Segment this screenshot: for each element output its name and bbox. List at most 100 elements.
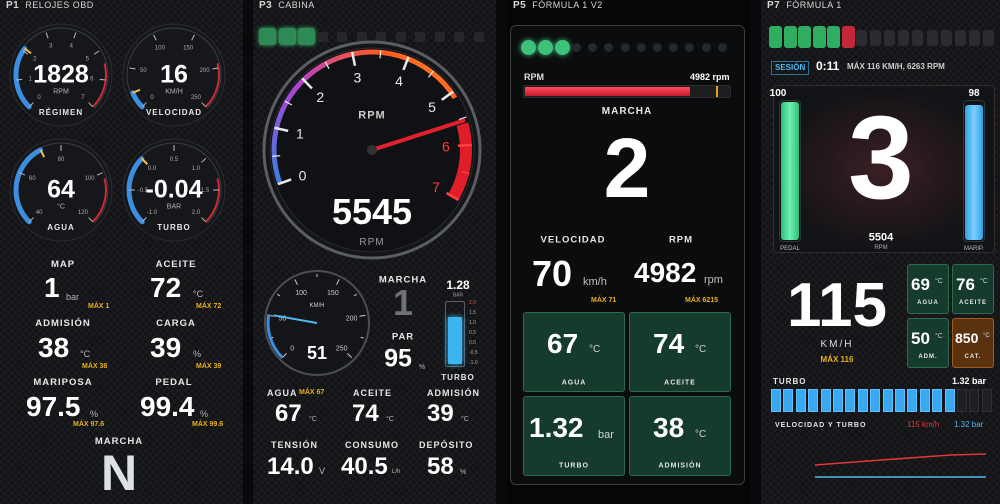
- torque-value: 95: [384, 344, 412, 373]
- consumption-value: 40.5: [341, 453, 388, 480]
- load-value: 39: [150, 332, 182, 363]
- speed-gauge-tick-label: 200: [346, 316, 358, 323]
- gear-value: N: [100, 445, 138, 501]
- shift-light: [555, 40, 570, 55]
- gauge-tick-label: 50: [140, 68, 147, 74]
- oil-label: ACEITE: [353, 388, 393, 398]
- map-value: 1: [44, 272, 60, 303]
- torque-unit: %: [419, 364, 426, 371]
- load-label: CARGA: [156, 318, 196, 329]
- gauge-tick-label: -1.0: [147, 210, 158, 216]
- gear-value: 2: [603, 121, 651, 215]
- speed-gauge-unit: KM/H: [309, 303, 325, 309]
- gear-label: MARCHA: [601, 106, 653, 117]
- turbo-scale-label: -0.5: [469, 350, 478, 356]
- panel-cabina[interactable]: P3 CABINA 0 1 2 3 4 5 6 7 0 50 100 150 200 250 RPM 554…: [253, 0, 496, 504]
- oil-max: MÁX 72: [196, 303, 222, 310]
- rpm-gauge-unit: RPM: [359, 237, 385, 248]
- intake-tile-value: 38: [653, 412, 685, 443]
- gauge-tick-label: 100: [155, 45, 166, 51]
- turbo-value: 1.28: [446, 278, 470, 292]
- load-max: MÁX 39: [196, 363, 222, 370]
- oil-tile-unit: °C: [695, 344, 707, 355]
- intake-unit: °C: [80, 349, 91, 359]
- panel-formula-1[interactable]: P7 FÓRMULA 1 SESIÓN 0:11 MÁX 116 KM/H, 62…: [761, 0, 1000, 504]
- turbo-bar: [445, 301, 465, 367]
- cabina-gauges: 0123 4567050100 150200250: [262, 40, 482, 376]
- shift-light: [701, 43, 711, 52]
- rpm-gauge-hub: [367, 145, 377, 155]
- turbo-bar-fill: [448, 316, 462, 364]
- water-tile-unit: °C: [589, 344, 601, 355]
- turbo-gauge-label: TURBO: [157, 223, 191, 232]
- speed-unit: km/h: [583, 276, 607, 288]
- rpm-shift-marker: [716, 86, 718, 97]
- panel-relojes-obd[interactable]: P1 RELOJES OBD 0 1 2 3 4 5 6 7 0 50 100 150 200 250 40 6…: [0, 0, 243, 504]
- tank-unit: %: [460, 469, 467, 476]
- rpm-gauge-tick-label: 1: [296, 126, 304, 142]
- turbo-scale-label: -1.0: [469, 360, 478, 366]
- tank-label: DEPÓSITO: [419, 440, 474, 450]
- map-unit: bar: [66, 292, 80, 302]
- shift-light: [521, 40, 536, 55]
- turbo-unit: BAR: [452, 292, 464, 299]
- speed-gauge-value: 51: [306, 343, 328, 363]
- speed-max: MÁX 71: [591, 297, 617, 304]
- throttle-label: MARIPOSA: [33, 377, 93, 388]
- gauge-tick-label: 200: [200, 68, 211, 74]
- rpm-gauge-label: RPM: [358, 109, 386, 122]
- speed-trace-line: [814, 453, 987, 466]
- rpm-gauge-unit: RPM: [53, 88, 69, 96]
- turbo-scale-label: 1.0: [469, 320, 476, 326]
- rpm-gauge-tick-label: 4: [395, 73, 403, 89]
- rpm-gauge-tick-label: 6: [442, 138, 450, 154]
- intake-label: ADMISIÓN: [427, 388, 480, 398]
- consumption-unit: L/h: [392, 469, 401, 475]
- rpm-gauge-tick-label: 3: [353, 69, 361, 85]
- gauge-tick-label: 120: [78, 210, 89, 216]
- gauge-tick-label: 40: [36, 210, 43, 216]
- voltage-value: 14.0: [267, 453, 314, 480]
- panel-header: P5 FÓRMULA 1 V2: [513, 0, 603, 11]
- rpm-gauge-value: 5545: [331, 191, 413, 232]
- throttle-value: 97.5: [26, 391, 81, 422]
- rpm-value: 4982: [634, 257, 697, 288]
- turbo-tile-label: TURBO: [559, 462, 589, 470]
- intake-value: 38: [38, 332, 70, 363]
- rpm-gauge-tick: [379, 50, 382, 59]
- page-number: P5: [513, 0, 527, 11]
- water-gauge-label: AGUA: [47, 223, 75, 232]
- speed-gauge-unit: KM/H: [165, 88, 183, 96]
- rpm-gauge-tick-label: 5: [428, 99, 436, 115]
- rpm-unit: rpm: [704, 274, 723, 286]
- gauge-tick-label: 1.0: [192, 166, 201, 172]
- turbo-scale-label: 2.0: [469, 300, 476, 306]
- turbo-scale-label: 0.5: [469, 330, 476, 336]
- intake-value: 39: [427, 400, 454, 427]
- map-max: MÁX 1: [88, 303, 110, 310]
- rpm-gauge-tick: [457, 143, 472, 147]
- gauge-tick-label: 250: [191, 95, 202, 101]
- gauge-tick: [16, 78, 23, 81]
- pedal-max: MÁX 99.6: [192, 421, 224, 428]
- rpm-bar: [523, 85, 731, 98]
- intake-unit: °C: [461, 416, 469, 423]
- throttle-unit: %: [90, 409, 99, 419]
- rpm-label: RPM: [668, 234, 694, 246]
- pedal-unit: %: [200, 409, 209, 419]
- rpm-gauge-tick-label: 2: [316, 89, 324, 105]
- turbo-gauge-value: -0.04: [145, 175, 203, 204]
- gauge-tick-label: 80: [58, 157, 65, 163]
- pedal-label: PEDAL: [155, 377, 193, 388]
- panel-formula-1-v2[interactable]: P5 FÓRMULA 1 V2 RPM 4982 rpm MARCHA 2 VEL…: [507, 0, 750, 504]
- speed-gauge-label: VELOCIDAD: [145, 108, 203, 117]
- rpm-max: MÁX 6215: [685, 297, 719, 304]
- voltage-unit: V: [319, 466, 326, 476]
- shift-light-bar: [521, 40, 736, 56]
- shift-light: [588, 43, 598, 52]
- turbo-label: TURBO: [441, 373, 475, 382]
- oil-tile-value: 74: [653, 328, 685, 359]
- gauge-tick-label: 2.0: [192, 210, 201, 216]
- speed-label: VELOCIDAD: [540, 234, 606, 246]
- gauge-tick-label: 0.0: [148, 166, 157, 172]
